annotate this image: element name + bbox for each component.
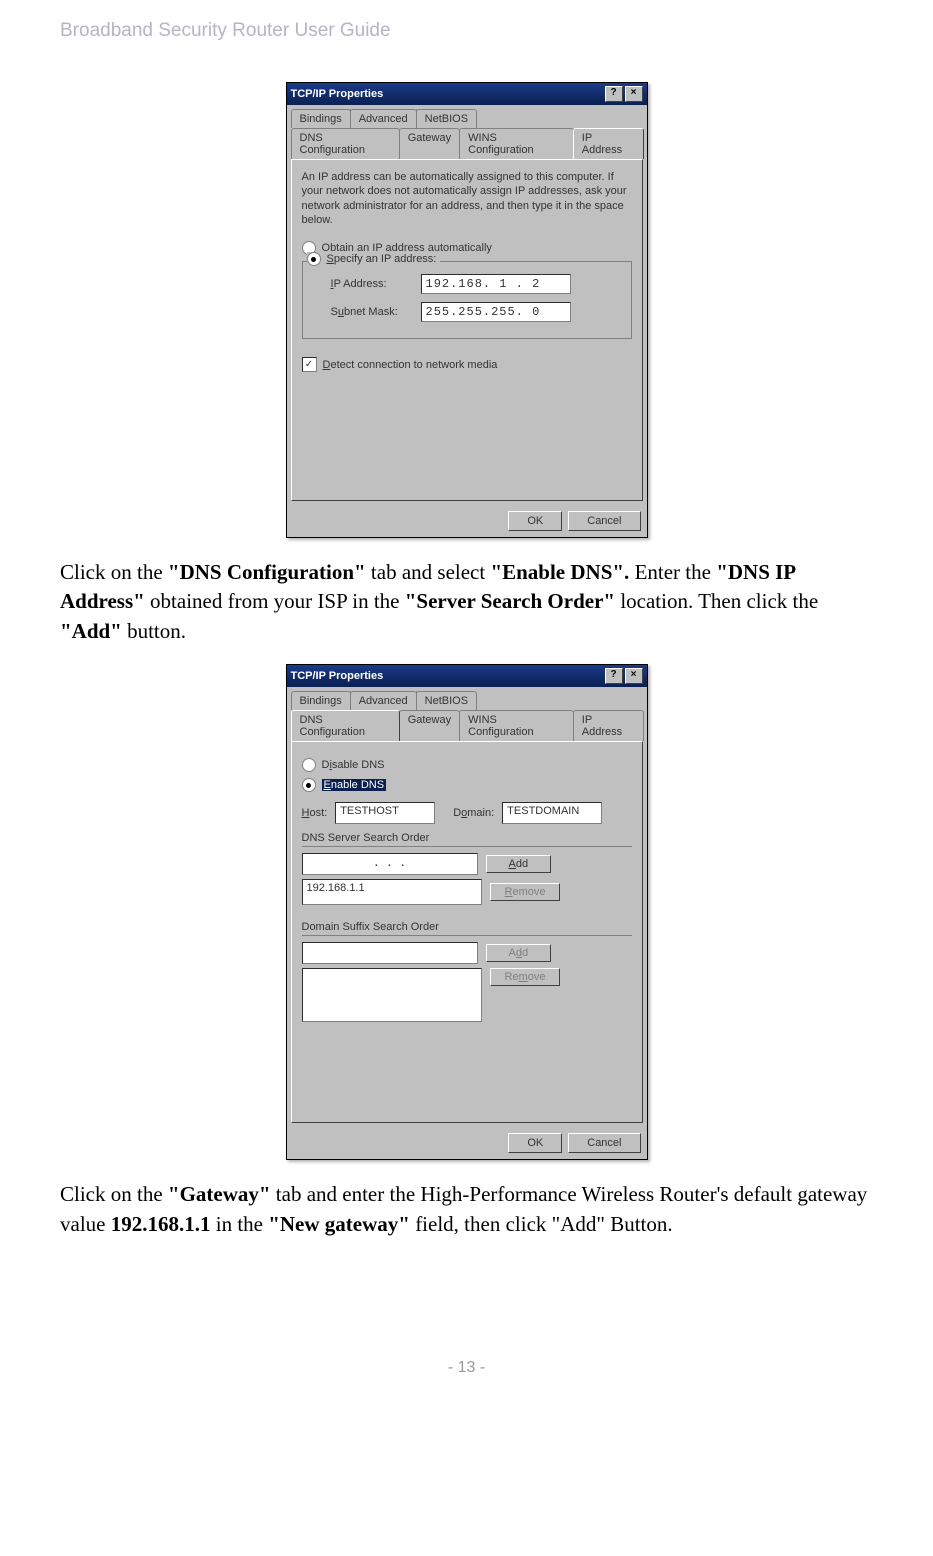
subnet-mask-input[interactable]: 255.255.255. 0 bbox=[421, 302, 571, 322]
tab-bindings[interactable]: Bindings bbox=[291, 109, 351, 128]
ok-button[interactable]: OK bbox=[508, 1133, 562, 1153]
tcpip-dialog-dns: TCP/IP Properties ? × Bindings Advanced … bbox=[286, 664, 648, 1160]
dns-ip-input[interactable]: . . . bbox=[302, 853, 478, 875]
ip-address-label: IP Address: bbox=[331, 278, 411, 290]
tab-gateway[interactable]: Gateway bbox=[399, 128, 460, 159]
domain-label: Domain: bbox=[453, 807, 494, 819]
specify-group: Specify an IP address: IP Address: 192.1… bbox=[302, 261, 632, 339]
tab-row-2: DNS Configuration Gateway WINS Configura… bbox=[287, 128, 647, 159]
close-icon[interactable]: × bbox=[625, 86, 643, 102]
dialog-title: TCP/IP Properties bbox=[291, 670, 384, 682]
help-icon[interactable]: ? bbox=[605, 86, 623, 102]
paragraph-1: Click on the "DNS Configuration" tab and… bbox=[60, 558, 873, 646]
radio-icon bbox=[307, 252, 321, 266]
add-button[interactable]: Add bbox=[486, 855, 552, 873]
tab-row-2: DNS Configuration Gateway WINS Configura… bbox=[287, 710, 647, 741]
close-icon[interactable]: × bbox=[625, 668, 643, 684]
tab-dns-config[interactable]: DNS Configuration bbox=[291, 710, 400, 741]
checkbox-label: Detect connection to network media bbox=[323, 359, 498, 371]
subnet-mask-label: Subnet Mask: bbox=[331, 306, 411, 318]
checkbox-icon: ✓ bbox=[302, 357, 317, 372]
button-row: OK Cancel bbox=[287, 505, 647, 537]
radio-specify[interactable]: Specify an IP address: bbox=[307, 252, 441, 266]
ok-button[interactable]: OK bbox=[508, 511, 562, 531]
dns-server-list[interactable]: 192.168.1.1 bbox=[302, 879, 482, 905]
add-button[interactable]: Add bbox=[486, 944, 552, 962]
dns-server-order-label: DNS Server Search Order bbox=[302, 832, 632, 844]
tab-netbios[interactable]: NetBIOS bbox=[416, 691, 477, 710]
panel-description: An IP address can be automatically assig… bbox=[302, 170, 632, 227]
tab-wins[interactable]: WINS Configuration bbox=[459, 128, 574, 159]
doc-header: Broadband Security Router User Guide bbox=[60, 20, 873, 42]
ip-address-input[interactable]: 192.168. 1 . 2 bbox=[421, 274, 571, 294]
radio-label: Disable DNS bbox=[322, 759, 385, 771]
tab-wins[interactable]: WINS Configuration bbox=[459, 710, 574, 741]
remove-button[interactable]: Remove bbox=[490, 968, 561, 986]
tab-ip-address[interactable]: IP Address bbox=[573, 710, 644, 741]
paragraph-2: Click on the "Gateway" tab and enter the… bbox=[60, 1180, 873, 1239]
tab-row-1: Bindings Advanced NetBIOS bbox=[287, 105, 647, 128]
tab-bindings[interactable]: Bindings bbox=[291, 691, 351, 710]
tab-advanced[interactable]: Advanced bbox=[350, 691, 417, 710]
tab-panel: An IP address can be automatically assig… bbox=[291, 159, 643, 501]
radio-label: Specify an IP address: bbox=[327, 253, 437, 265]
radio-icon bbox=[302, 758, 316, 772]
tab-dns-config[interactable]: DNS Configuration bbox=[291, 128, 400, 159]
dialog-title: TCP/IP Properties bbox=[291, 88, 384, 100]
domain-input[interactable]: TESTDOMAIN bbox=[502, 802, 602, 824]
tab-panel: Disable DNS Enable DNS Host: TESTHOST Do… bbox=[291, 741, 643, 1123]
button-row: OK Cancel bbox=[287, 1127, 647, 1159]
suffix-input[interactable] bbox=[302, 942, 478, 964]
tab-gateway[interactable]: Gateway bbox=[399, 710, 460, 741]
tab-advanced[interactable]: Advanced bbox=[350, 109, 417, 128]
cancel-button[interactable]: Cancel bbox=[568, 1133, 640, 1153]
radio-label: Enable DNS bbox=[322, 779, 387, 791]
tab-ip-address[interactable]: IP Address bbox=[573, 128, 644, 159]
radio-enable-dns[interactable]: Enable DNS bbox=[302, 778, 632, 792]
radio-icon bbox=[302, 778, 316, 792]
titlebar: TCP/IP Properties ? × bbox=[287, 665, 647, 687]
cancel-button[interactable]: Cancel bbox=[568, 511, 640, 531]
host-input[interactable]: TESTHOST bbox=[335, 802, 435, 824]
radio-disable-dns[interactable]: Disable DNS bbox=[302, 758, 632, 772]
remove-button[interactable]: Remove bbox=[490, 883, 561, 901]
host-label: Host: bbox=[302, 807, 328, 819]
tab-row-1: Bindings Advanced NetBIOS bbox=[287, 687, 647, 710]
tcpip-dialog-ipaddress: TCP/IP Properties ? × Bindings Advanced … bbox=[286, 82, 648, 538]
tab-netbios[interactable]: NetBIOS bbox=[416, 109, 477, 128]
domain-suffix-order-label: Domain Suffix Search Order bbox=[302, 921, 632, 933]
titlebar: TCP/IP Properties ? × bbox=[287, 83, 647, 105]
detect-checkbox-row[interactable]: ✓ Detect connection to network media bbox=[302, 357, 632, 372]
page-number: - 13 - bbox=[60, 1359, 873, 1377]
suffix-list[interactable] bbox=[302, 968, 482, 1022]
help-icon[interactable]: ? bbox=[605, 668, 623, 684]
